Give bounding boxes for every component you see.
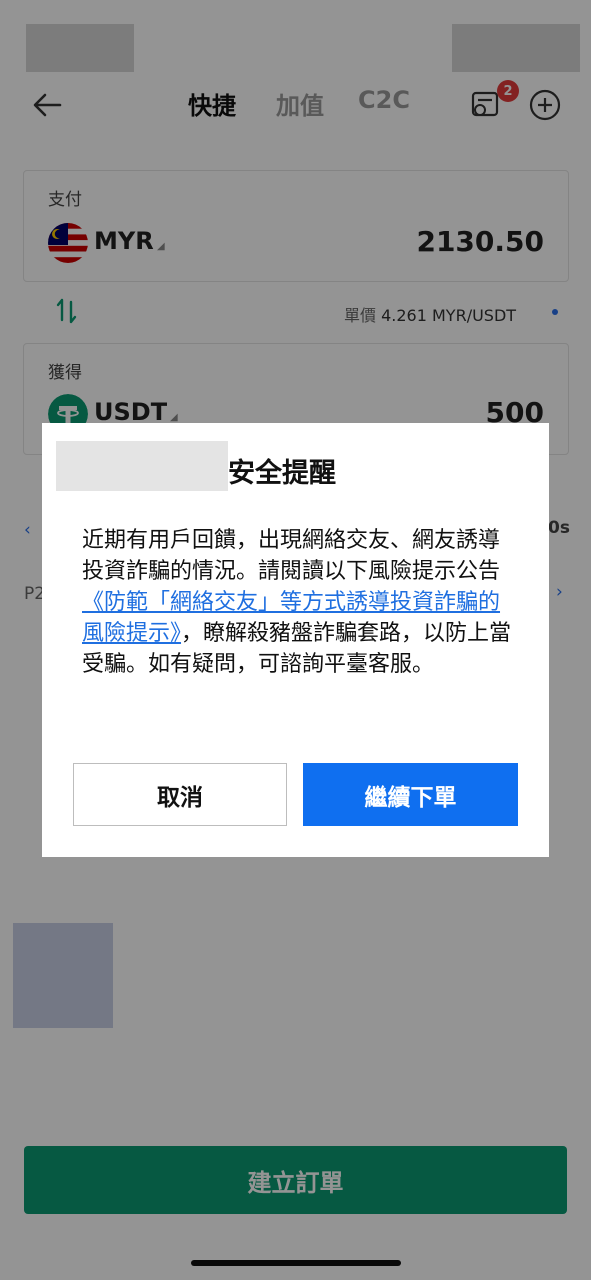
dialog-message-before-link: 近期有用戶回饋，出現網絡交友、網友誘導投資詐騙的情況。請閱讀以下風險提示公告 [82, 528, 501, 584]
continue-order-button[interactable]: 繼續下單 [303, 763, 518, 826]
security-alert-dialog: 安全提醒 近期有用戶回饋，出現網絡交友、網友誘導投資詐騙的情況。請閱讀以下風險提… [42, 423, 549, 857]
cancel-button[interactable]: 取消 [73, 763, 287, 826]
dialog-title: 安全提醒 [228, 458, 336, 489]
dialog-message: 近期有用戶回饋，出現網絡交友、網友誘導投資詐騙的情況。請閱讀以下風險提示公告《防… [82, 525, 514, 680]
dialog-title-redacted [56, 441, 228, 491]
